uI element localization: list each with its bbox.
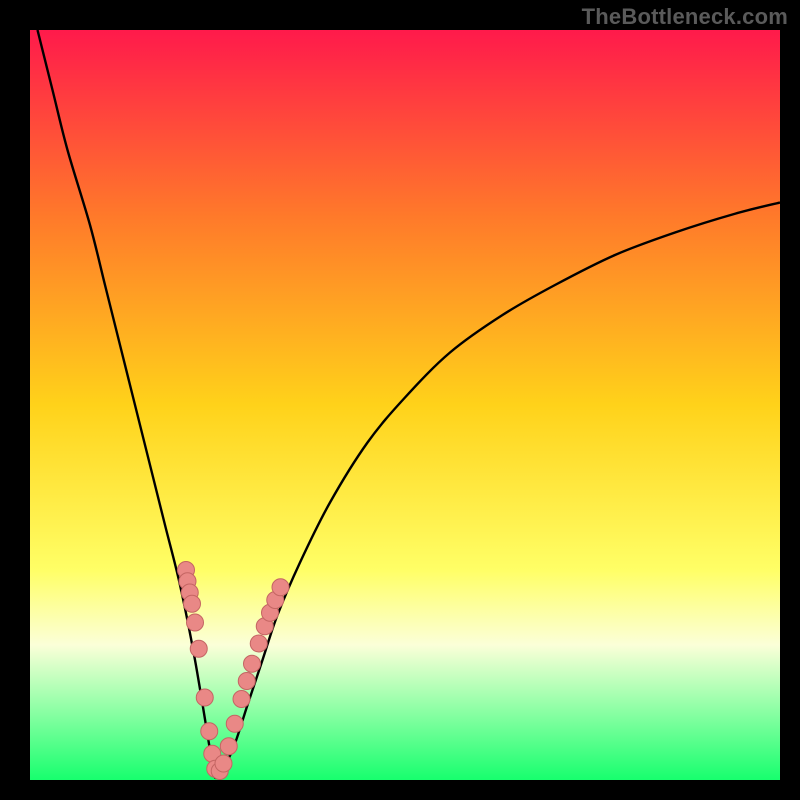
data-point (190, 640, 207, 657)
data-point (184, 595, 201, 612)
watermark-text: TheBottleneck.com (582, 4, 788, 30)
data-point (220, 738, 237, 755)
data-point (238, 673, 255, 690)
data-point (250, 635, 267, 652)
data-point (187, 614, 204, 631)
data-point (272, 579, 289, 596)
gradient-background (30, 30, 780, 780)
chart-frame: TheBottleneck.com (0, 0, 800, 800)
data-point (233, 691, 250, 708)
data-point (244, 655, 261, 672)
data-point (201, 723, 218, 740)
bottleneck-chart (30, 30, 780, 780)
data-point (215, 755, 232, 772)
data-point (226, 715, 243, 732)
data-point (196, 689, 213, 706)
